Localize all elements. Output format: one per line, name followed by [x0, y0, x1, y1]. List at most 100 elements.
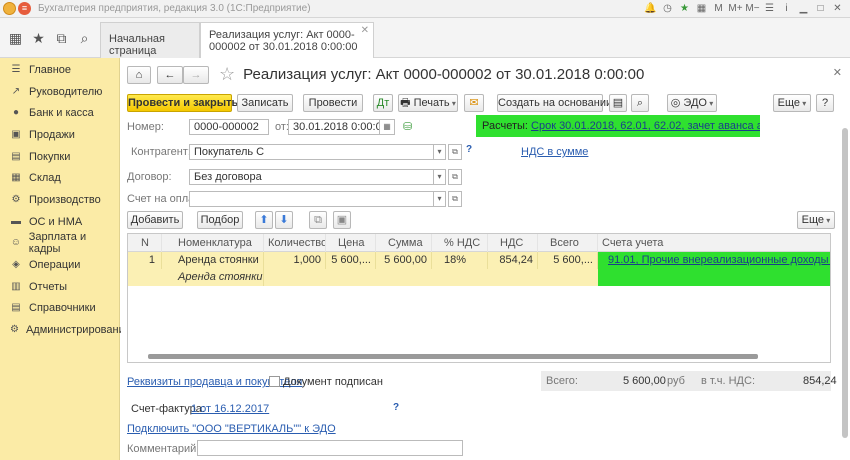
- invoice-dropdown-icon[interactable]: ▾: [434, 191, 446, 207]
- col-header-quantity[interactable]: Количество: [264, 234, 326, 252]
- history-icon[interactable]: ◷: [659, 1, 676, 17]
- sidebar-item-catalogs[interactable]: ▤ Справочники: [0, 298, 119, 320]
- vat-in-sum-link[interactable]: НДС в сумме: [521, 146, 588, 158]
- settlements-banner[interactable]: Расчеты: Срок 30.01.2018, 62.01, 62.02, …: [476, 115, 760, 137]
- info-icon[interactable]: i: [778, 1, 795, 17]
- sidebar-item-purchases[interactable]: ▤ Покупки: [0, 146, 119, 168]
- favorites-icon[interactable]: ★: [676, 1, 693, 17]
- settlements-link[interactable]: Срок 30.01.2018, 62.01, 62.02, зачет ава…: [531, 120, 760, 132]
- post-and-close-button[interactable]: Провести и закрыть: [127, 94, 238, 112]
- sidebar-item-warehouse[interactable]: ▦ Склад: [0, 167, 119, 189]
- tab-close-icon[interactable]: ✕: [361, 25, 369, 37]
- help-button[interactable]: ?: [816, 94, 834, 112]
- col-header-price[interactable]: Цена: [326, 234, 376, 252]
- counterparty-open-icon[interactable]: ⧉: [448, 144, 462, 160]
- counterparty-field[interactable]: Покупатель С: [189, 144, 434, 160]
- col-header-nomenclature[interactable]: Номенклатура: [162, 234, 264, 252]
- save-button[interactable]: Записать: [237, 94, 293, 112]
- col-header-sum[interactable]: Сумма: [376, 234, 432, 252]
- restore-icon[interactable]: □: [812, 1, 829, 17]
- tab-document[interactable]: Реализация услуг: Акт 0000-000002 от 30.…: [200, 22, 374, 59]
- connect-edo-link[interactable]: Подключить "ООО "ВЕРТИКАЛЬ"" к ЭДО: [127, 423, 336, 435]
- memory-plus-icon[interactable]: M+: [727, 1, 744, 17]
- sidebar-item-bank[interactable]: ● Банк и касса: [0, 102, 119, 124]
- search-icon[interactable]: ⌕: [75, 28, 95, 48]
- sidebar-item-sales[interactable]: ▣ Продажи: [0, 124, 119, 146]
- row-quantity[interactable]: 1,000: [264, 252, 326, 269]
- row-price[interactable]: 5 600,...: [326, 252, 376, 269]
- row-nomenclature[interactable]: Аренда стоянки: [162, 252, 264, 269]
- row-vat-rate[interactable]: 18%: [432, 252, 488, 269]
- col-header-vat[interactable]: НДС: [488, 234, 538, 252]
- counterparty-dropdown-icon[interactable]: ▾: [434, 144, 446, 160]
- add-row-button[interactable]: Добавить: [127, 211, 183, 229]
- memory-minus-icon[interactable]: M−: [744, 1, 761, 17]
- paste-icon[interactable]: ▣: [333, 211, 351, 229]
- forward-button[interactable]: →: [183, 65, 209, 84]
- col-header-n[interactable]: N: [128, 234, 162, 252]
- row-content[interactable]: Аренда стоянки: [162, 269, 264, 286]
- sections-grid-icon[interactable]: ▦: [6, 28, 26, 48]
- row-vat[interactable]: 854,24: [488, 252, 538, 269]
- row-sum[interactable]: 5 600,00: [376, 252, 432, 269]
- contract-dropdown-icon[interactable]: ▾: [434, 169, 446, 185]
- sidebar-item-admin[interactable]: ⚙ Администрирование: [0, 319, 131, 341]
- sidebar-item-payroll[interactable]: ☺ Зарплата и кадры: [0, 231, 119, 255]
- notifications-icon[interactable]: 🔔: [642, 1, 659, 17]
- date-field[interactable]: 30.01.2018 0:00:00: [288, 119, 380, 135]
- edo-button[interactable]: ◎ ЭДО: [667, 94, 717, 112]
- sidebar-item-assets[interactable]: ▬ ОС и НМА: [0, 211, 119, 233]
- table-more-button[interactable]: Еще: [797, 211, 835, 229]
- copy-icon[interactable]: ⧉: [309, 211, 327, 229]
- reserve-icon[interactable]: ⛁: [403, 120, 412, 133]
- contract-field[interactable]: Без договора: [189, 169, 434, 185]
- table-horizontal-scrollbar[interactable]: [148, 354, 758, 359]
- journal-entries-icon[interactable]: Дт: [373, 94, 393, 112]
- invoice-link[interactable]: 1 от 16.12.2017: [191, 403, 269, 415]
- invoice-help-icon[interactable]: ?: [393, 402, 399, 413]
- favorites-star-icon[interactable]: ★: [29, 28, 49, 48]
- more-actions-button[interactable]: Еще: [773, 94, 811, 112]
- main-menu-icon[interactable]: ≡: [18, 2, 31, 15]
- row-total[interactable]: 5 600,...: [538, 252, 598, 269]
- sidebar-item-main[interactable]: ☰ Главное: [0, 59, 119, 81]
- signed-checkbox[interactable]: [269, 376, 280, 387]
- history-clock-icon[interactable]: ⧉: [52, 28, 72, 48]
- contract-open-icon[interactable]: ⧉: [448, 169, 462, 185]
- email-icon[interactable]: ✉: [464, 94, 484, 112]
- menu-list-icon[interactable]: ☰: [761, 1, 778, 17]
- close-window-icon[interactable]: ✕: [829, 1, 846, 17]
- row-accounts[interactable]: 91.01, Прочие внереализационные доходы (…: [598, 252, 830, 286]
- memory-icon[interactable]: M: [710, 1, 727, 17]
- attachment-icon[interactable]: ⌕: [631, 94, 649, 112]
- sidebar-item-manager[interactable]: ↗ Руководителю: [0, 81, 119, 103]
- table-row[interactable]: 1 Аренда стоянки Аренда стоянки 1,000 5 …: [128, 252, 830, 286]
- col-header-vat-rate[interactable]: % НДС: [432, 234, 488, 252]
- create-based-on-button[interactable]: Создать на основании: [497, 94, 612, 112]
- minimize-icon[interactable]: ▁: [795, 1, 812, 17]
- sidebar-item-reports[interactable]: ▥ Отчеты: [0, 276, 119, 298]
- number-field[interactable]: 0000-000002: [189, 119, 269, 135]
- tab-home[interactable]: Начальная страница: [100, 22, 200, 58]
- back-button[interactable]: ←: [157, 65, 183, 84]
- move-down-icon[interactable]: ⬇: [275, 211, 293, 229]
- col-header-accounts[interactable]: Счета учета: [598, 234, 830, 252]
- close-form-icon[interactable]: ✕: [833, 66, 842, 79]
- navigate-icon[interactable]: ▦: [693, 1, 710, 17]
- form-vertical-scrollbar[interactable]: [842, 128, 848, 438]
- invoice-open-icon[interactable]: ⧉: [448, 191, 462, 207]
- help-icon[interactable]: ?: [466, 144, 472, 155]
- post-button[interactable]: Провести: [303, 94, 363, 112]
- home-button[interactable]: ⌂: [127, 65, 151, 84]
- favorite-star-icon[interactable]: ☆: [219, 64, 235, 85]
- comment-field[interactable]: [197, 440, 463, 456]
- print-button[interactable]: 🖶 Печать: [398, 94, 458, 112]
- sidebar-item-production[interactable]: ⚙ Производство: [0, 189, 119, 211]
- document-icon[interactable]: ▤: [609, 94, 627, 112]
- calendar-icon[interactable]: ▦: [380, 119, 395, 135]
- col-header-total[interactable]: Всего: [538, 234, 598, 252]
- sidebar-item-operations[interactable]: ◈ Операции: [0, 254, 119, 276]
- invoice-for-payment-field[interactable]: [189, 191, 434, 207]
- pick-button[interactable]: Подбор: [197, 211, 243, 229]
- move-up-icon[interactable]: ⬆: [255, 211, 273, 229]
